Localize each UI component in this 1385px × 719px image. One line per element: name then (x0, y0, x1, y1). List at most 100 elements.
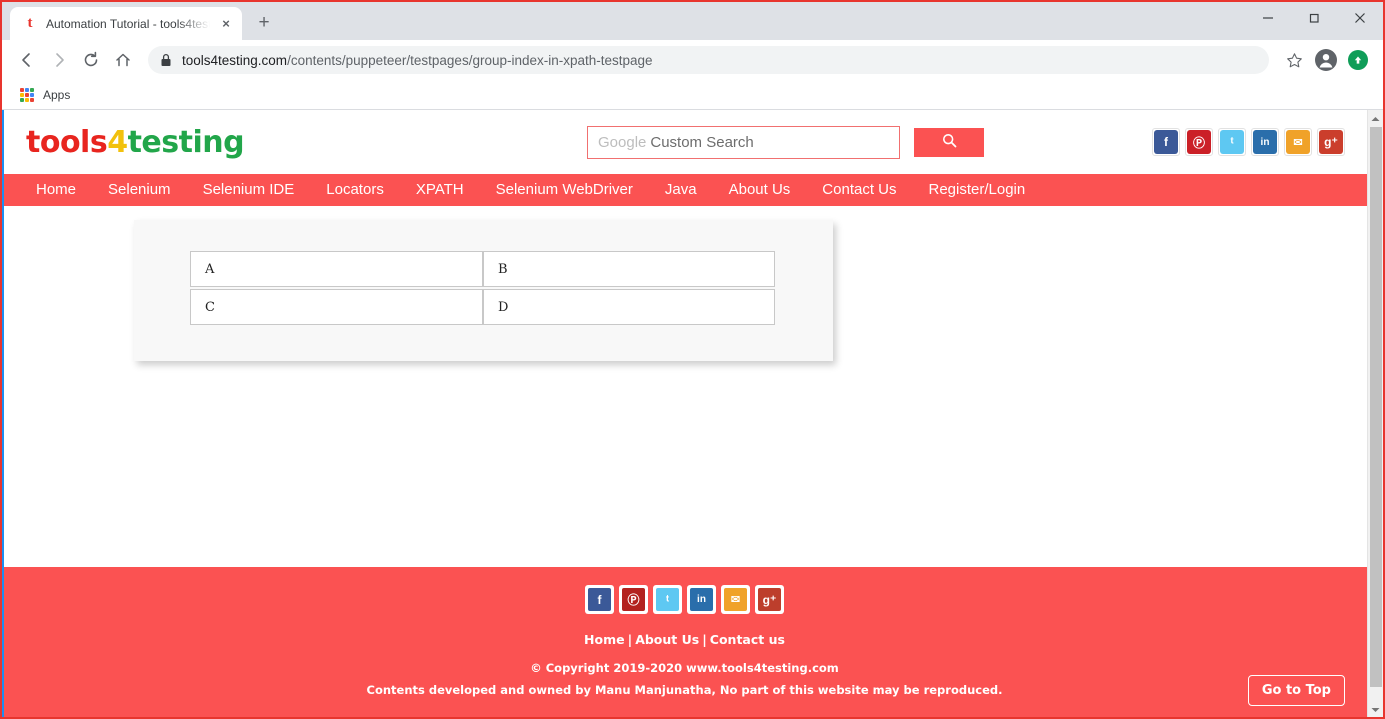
search-area: Google Custom Search (587, 125, 984, 159)
web-page: tools4testing GoogleCustom Search f Ⓟ ᵗ (2, 110, 1367, 717)
footer-social-googleplus[interactable]: g⁺ (755, 585, 784, 614)
social-link-pinterest[interactable]: Ⓟ (1185, 128, 1213, 156)
minimize-icon[interactable] (1245, 2, 1291, 34)
url-domain: tools4testing.com (182, 52, 288, 68)
forward-icon[interactable] (44, 45, 74, 75)
nav-item-selenium-webdriver[interactable]: Selenium WebDriver (480, 174, 649, 206)
linkedin-icon: in (1253, 130, 1277, 154)
nav-item-register-login[interactable]: Register/Login (913, 174, 1042, 206)
scrollbar-track[interactable] (1368, 127, 1384, 701)
twitter-icon: ᵗ (1220, 130, 1244, 154)
header-social-links: f Ⓟ ᵗ in ✉ g⁺ (1152, 128, 1345, 156)
email-icon: ✉ (724, 588, 747, 611)
maximize-icon[interactable] (1291, 2, 1337, 34)
bookmarks-bar: Apps (2, 80, 1383, 110)
search-placeholder: Custom Search (650, 133, 754, 151)
search-icon (942, 133, 957, 151)
update-badge (1348, 50, 1368, 70)
nav-item-home[interactable]: Home (20, 174, 92, 206)
footer-link-about-us[interactable]: About Us (635, 632, 699, 647)
social-link-twitter[interactable]: ᵗ (1218, 128, 1246, 156)
back-icon[interactable] (12, 45, 42, 75)
nav-item-java[interactable]: Java (649, 174, 713, 206)
table-row: C D (190, 289, 775, 325)
go-to-top-button[interactable]: Go to Top (1247, 675, 1345, 706)
footer-social-twitter[interactable]: ᵗ (653, 585, 682, 614)
nav-item-about-us[interactable]: About Us (713, 174, 807, 206)
main-navigation: Home Selenium Selenium IDE Locators XPAT… (2, 174, 1367, 206)
reload-icon[interactable] (76, 45, 106, 75)
nav-item-locators[interactable]: Locators (310, 174, 400, 206)
footer-separator: | (702, 632, 707, 647)
social-link-googleplus[interactable]: g⁺ (1317, 128, 1345, 156)
browser-tab[interactable]: t Automation Tutorial - tools4testi × (10, 7, 242, 40)
tab-strip: t Automation Tutorial - tools4testi × + (2, 2, 1383, 40)
linkedin-icon: in (690, 588, 713, 611)
close-tab-icon[interactable]: × (218, 16, 234, 32)
profile-avatar-icon[interactable] (1311, 45, 1341, 75)
tab-title: Automation Tutorial - tools4testi (46, 16, 210, 31)
footer-separator: | (627, 632, 633, 647)
tab-favicon-icon: t (27, 15, 33, 31)
logo-part-1: tools (26, 124, 108, 160)
new-tab-button[interactable]: + (250, 9, 278, 37)
browser-window: t Automation Tutorial - tools4testi × + (0, 0, 1385, 719)
focus-indicator (2, 110, 4, 717)
avatar (1315, 49, 1337, 71)
footer-social-pinterest[interactable]: Ⓟ (619, 585, 648, 614)
pinterest-icon: Ⓟ (622, 588, 645, 611)
demo-table: A B C D (190, 249, 775, 327)
bookmark-star-icon[interactable] (1279, 45, 1309, 75)
bookmark-apps[interactable]: Apps (20, 87, 71, 102)
disclaimer-text: Contents developed and owned by Manu Man… (366, 683, 1003, 697)
nav-item-selenium[interactable]: Selenium (92, 174, 187, 206)
nav-item-xpath[interactable]: XPATH (400, 174, 480, 206)
url-path: /contents/puppeteer/testpages/group-inde… (287, 52, 653, 68)
close-window-icon[interactable] (1337, 2, 1383, 34)
social-link-linkedin[interactable]: in (1251, 128, 1279, 156)
page-viewport: tools4testing GoogleCustom Search f Ⓟ ᵗ (2, 110, 1384, 717)
page-scrollbar[interactable] (1367, 110, 1384, 717)
bookmark-label: Apps (43, 87, 71, 102)
logo-part-3: testing (127, 124, 245, 160)
table-cell: C (190, 289, 483, 325)
search-submit-button[interactable] (914, 127, 984, 157)
address-bar[interactable]: tools4testing.com/contents/puppeteer/tes… (148, 46, 1269, 74)
facebook-icon: f (588, 588, 611, 611)
scrollbar-thumb[interactable] (1369, 127, 1382, 687)
footer-social-linkedin[interactable]: in (687, 585, 716, 614)
email-icon: ✉ (1286, 130, 1310, 154)
search-input[interactable]: Google Custom Search (587, 125, 900, 159)
table-cell: A (190, 251, 483, 287)
facebook-icon: f (1154, 130, 1178, 154)
footer-link-contact-us[interactable]: Contact us (710, 632, 785, 647)
footer-link-home[interactable]: Home (584, 632, 625, 647)
table-panel: A B C D (134, 220, 833, 361)
logo-part-2: 4 (107, 124, 128, 160)
home-icon[interactable] (108, 45, 138, 75)
scroll-up-icon[interactable] (1368, 110, 1384, 127)
site-logo[interactable]: tools4testing (26, 124, 245, 160)
table-cell: B (483, 251, 775, 287)
scroll-down-icon[interactable] (1368, 701, 1384, 717)
social-link-email[interactable]: ✉ (1284, 128, 1312, 156)
table-row: A B (190, 251, 775, 287)
chrome-update-icon[interactable] (1343, 45, 1373, 75)
search-prefix-label: Google (598, 133, 647, 151)
nav-item-contact-us[interactable]: Contact Us (806, 174, 912, 206)
footer-links: Home | About Us | Contact us (2, 632, 1367, 647)
nav-item-selenium-ide[interactable]: Selenium IDE (187, 174, 311, 206)
browser-toolbar: tools4testing.com/contents/puppeteer/tes… (2, 40, 1383, 80)
address-bar-text: tools4testing.com/contents/puppeteer/tes… (182, 53, 653, 68)
googleplus-icon: g⁺ (1319, 130, 1343, 154)
window-controls (1245, 2, 1383, 40)
page-content: A B C D (2, 206, 1367, 567)
footer-social-email[interactable]: ✉ (721, 585, 750, 614)
table-cell: D (483, 289, 775, 325)
pinterest-icon: Ⓟ (1187, 130, 1211, 154)
apps-grid-icon (20, 87, 34, 102)
site-header: tools4testing GoogleCustom Search f Ⓟ ᵗ (2, 110, 1367, 174)
twitter-icon: ᵗ (656, 588, 679, 611)
footer-social-facebook[interactable]: f (585, 585, 614, 614)
social-link-facebook[interactable]: f (1152, 128, 1180, 156)
